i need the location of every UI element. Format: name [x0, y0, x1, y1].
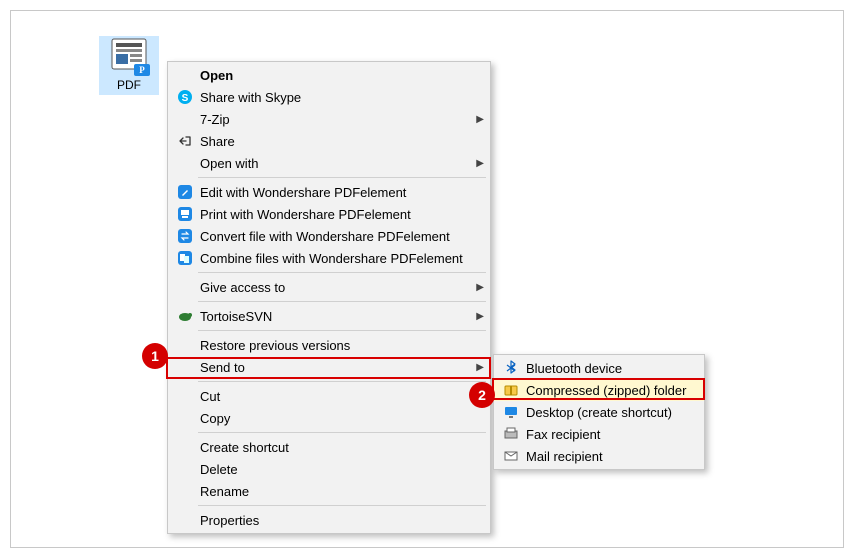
annotation-badge-1: 1: [142, 343, 168, 369]
menu-send-to-label: Send to: [196, 360, 470, 375]
separator: [198, 301, 486, 302]
pdfelement-edit-icon: [174, 184, 196, 200]
menu-give-access-label: Give access to: [196, 280, 470, 295]
menu-create-shortcut[interactable]: Create shortcut: [168, 436, 490, 458]
svg-text:S: S: [182, 93, 189, 104]
menu-cut-label: Cut: [196, 389, 484, 404]
desktop-icon: [500, 404, 522, 420]
menu-delete[interactable]: Delete: [168, 458, 490, 480]
pdfelement-print-icon: [174, 206, 196, 222]
menu-share-skype-label: Share with Skype: [196, 90, 484, 105]
chevron-right-icon: ▶: [470, 362, 484, 373]
separator: [198, 505, 486, 506]
zip-folder-icon: [500, 382, 522, 398]
chevron-right-icon: ▶: [470, 311, 484, 322]
menu-delete-label: Delete: [196, 462, 484, 477]
submenu-compressed-folder-label: Compressed (zipped) folder: [522, 383, 698, 398]
svg-text:P: P: [139, 65, 145, 75]
annotation-badge-2: 2: [469, 382, 495, 408]
submenu-desktop-shortcut-label: Desktop (create shortcut): [522, 405, 698, 420]
menu-restore-versions-label: Restore previous versions: [196, 338, 484, 353]
canvas: P PDF Open S Share with Skype 7-Zip ▶ Sh…: [10, 10, 844, 548]
file-pdf[interactable]: P PDF: [99, 36, 159, 95]
menu-open-with[interactable]: Open with ▶: [168, 152, 490, 174]
fax-icon: [500, 426, 522, 442]
menu-print-pdfelement-label: Print with Wondershare PDFelement: [196, 207, 484, 222]
separator: [198, 272, 486, 273]
tortoisesvn-icon: [174, 308, 196, 324]
menu-send-to[interactable]: Send to ▶: [168, 356, 490, 378]
menu-properties-label: Properties: [196, 513, 484, 528]
submenu-mail[interactable]: Mail recipient: [494, 445, 704, 467]
menu-share[interactable]: Share: [168, 130, 490, 152]
separator: [198, 381, 486, 382]
menu-convert-pdfelement[interactable]: Convert file with Wondershare PDFelement: [168, 225, 490, 247]
menu-convert-pdfelement-label: Convert file with Wondershare PDFelement: [196, 229, 484, 244]
chevron-right-icon: ▶: [470, 158, 484, 169]
menu-tortoisesvn[interactable]: TortoiseSVN ▶: [168, 305, 490, 327]
file-label: PDF: [99, 78, 159, 92]
menu-open-with-label: Open with: [196, 156, 470, 171]
submenu-bluetooth-label: Bluetooth device: [522, 361, 698, 376]
menu-edit-pdfelement-label: Edit with Wondershare PDFelement: [196, 185, 484, 200]
pdfelement-combine-icon: [174, 250, 196, 266]
submenu-fax[interactable]: Fax recipient: [494, 423, 704, 445]
menu-tortoisesvn-label: TortoiseSVN: [196, 309, 470, 324]
separator: [198, 330, 486, 331]
submenu-mail-label: Mail recipient: [522, 449, 698, 464]
submenu-fax-label: Fax recipient: [522, 427, 698, 442]
menu-combine-pdfelement-label: Combine files with Wondershare PDFelemen…: [196, 251, 484, 266]
chevron-right-icon: ▶: [470, 114, 484, 125]
menu-combine-pdfelement[interactable]: Combine files with Wondershare PDFelemen…: [168, 247, 490, 269]
submenu-bluetooth[interactable]: Bluetooth device: [494, 357, 704, 379]
menu-rename[interactable]: Rename: [168, 480, 490, 502]
separator: [198, 432, 486, 433]
menu-cut[interactable]: Cut: [168, 385, 490, 407]
context-menu: Open S Share with Skype 7-Zip ▶ Share Op…: [167, 61, 491, 534]
menu-share-label: Share: [196, 134, 484, 149]
mail-icon: [500, 448, 522, 464]
separator: [198, 177, 486, 178]
submenu-compressed-folder[interactable]: Compressed (zipped) folder: [494, 379, 704, 401]
menu-restore-versions[interactable]: Restore previous versions: [168, 334, 490, 356]
menu-rename-label: Rename: [196, 484, 484, 499]
menu-properties[interactable]: Properties: [168, 509, 490, 531]
menu-share-skype[interactable]: S Share with Skype: [168, 86, 490, 108]
menu-edit-pdfelement[interactable]: Edit with Wondershare PDFelement: [168, 181, 490, 203]
bluetooth-icon: [500, 360, 522, 376]
menu-copy[interactable]: Copy: [168, 407, 490, 429]
skype-icon: S: [174, 89, 196, 105]
menu-copy-label: Copy: [196, 411, 484, 426]
menu-7zip-label: 7-Zip: [196, 112, 470, 127]
sendto-submenu: Bluetooth device Compressed (zipped) fol…: [493, 354, 705, 470]
pdfelement-convert-icon: [174, 228, 196, 244]
menu-print-pdfelement[interactable]: Print with Wondershare PDFelement: [168, 203, 490, 225]
menu-open-label: Open: [196, 68, 484, 83]
pdf-thumbnail: P: [108, 38, 150, 76]
menu-give-access[interactable]: Give access to ▶: [168, 276, 490, 298]
chevron-right-icon: ▶: [470, 282, 484, 293]
submenu-desktop-shortcut[interactable]: Desktop (create shortcut): [494, 401, 704, 423]
menu-create-shortcut-label: Create shortcut: [196, 440, 484, 455]
share-icon: [174, 133, 196, 149]
menu-7zip[interactable]: 7-Zip ▶: [168, 108, 490, 130]
menu-open[interactable]: Open: [168, 64, 490, 86]
